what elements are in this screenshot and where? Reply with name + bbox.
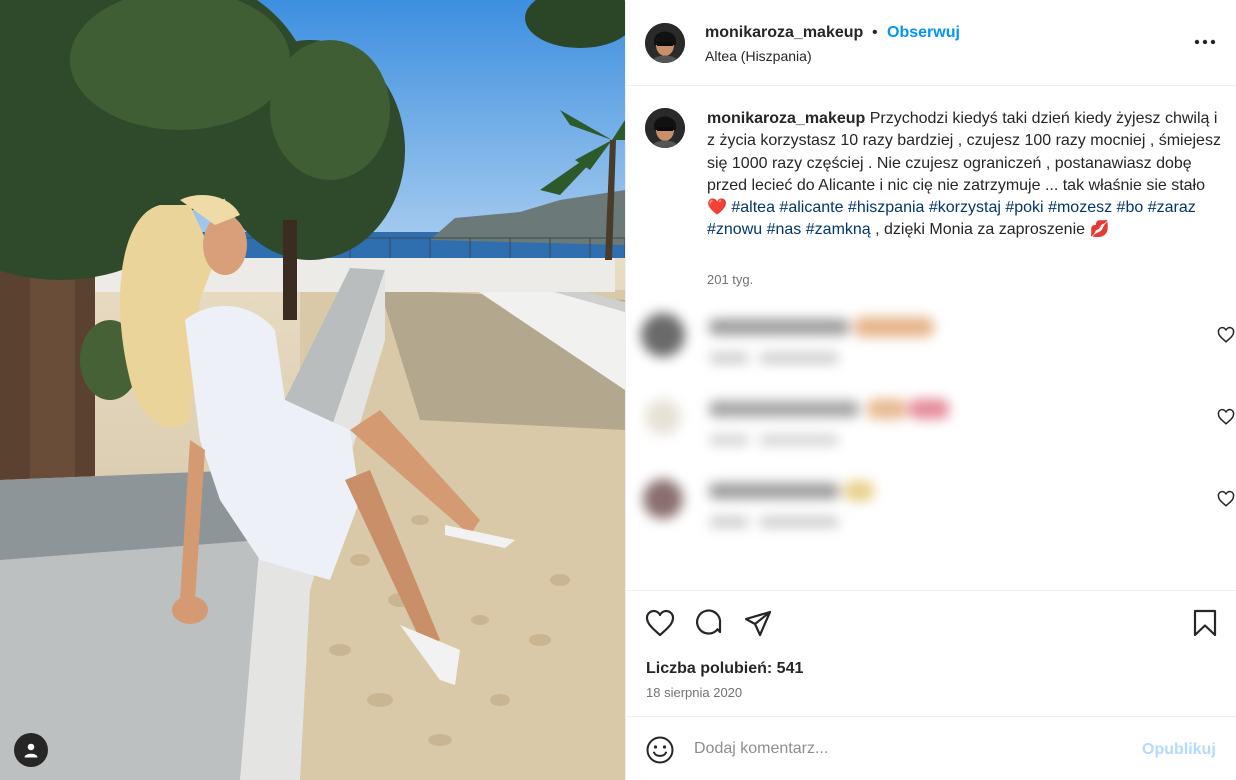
like-heart-icon[interactable] (644, 607, 676, 639)
avatar-image (645, 23, 685, 63)
avatar[interactable] (645, 23, 685, 63)
tagged-user-button[interactable] (14, 733, 48, 767)
hashtag-alicante[interactable]: #alicante (779, 199, 843, 216)
hashtag-poki[interactable]: #poki (1005, 199, 1043, 216)
comment-input[interactable] (694, 737, 1124, 761)
comment-item (639, 305, 1235, 375)
caption-text: monikaroza_makeup Przychodzi kiedyś taki… (707, 108, 1227, 242)
caption-timestamp[interactable]: 201 tyg. (707, 272, 753, 287)
heart-emoji: ❤️ (707, 199, 727, 217)
like-comment-heart-icon[interactable] (1217, 326, 1235, 344)
hashtag-mozesz[interactable]: #mozesz (1048, 199, 1112, 216)
caption-ending: , dzięki Monia za zaproszenie (870, 221, 1090, 239)
follow-button[interactable]: Obserwuj (887, 24, 960, 42)
location-link[interactable]: Altea (Hiszpania) (705, 48, 812, 64)
likes-count[interactable]: Liczba polubień: 541 (646, 660, 803, 678)
blurred-comment-content (643, 479, 874, 527)
lips-emoji: 💋 (1089, 221, 1110, 239)
hashtag-bo[interactable]: #bo (1117, 199, 1144, 216)
save-bookmark-icon[interactable] (1189, 607, 1221, 639)
caption-username[interactable]: monikaroza_makeup (707, 110, 865, 127)
avatar-image (645, 108, 685, 148)
action-bar: Liczba polubień: 541 18 sierpnia 2020 (626, 590, 1236, 716)
like-comment-heart-icon[interactable] (1217, 408, 1235, 426)
caption-avatar[interactable] (645, 108, 685, 148)
post-header: monikaroza_makeup • Obserwuj Altea (Hisz… (626, 0, 1236, 86)
hashtag-nas[interactable]: #nas (767, 221, 802, 238)
post-side-panel: monikaroza_makeup • Obserwuj Altea (Hisz… (625, 0, 1236, 780)
blurred-comment-content (641, 313, 934, 363)
more-options-icon (1194, 39, 1216, 45)
comment-item (639, 387, 1235, 457)
hashtag-hiszpania[interactable]: #hiszpania (848, 199, 925, 216)
share-send-icon[interactable] (742, 607, 774, 639)
post-photo[interactable] (0, 0, 625, 780)
username-link[interactable]: monikaroza_makeup (705, 24, 863, 42)
hashtag-zaraz[interactable]: #zaraz (1148, 199, 1196, 216)
hashtag-zamkna[interactable]: #zamkną (806, 221, 871, 238)
comment-item (639, 469, 1235, 539)
hashtag-znowu[interactable]: #znowu (707, 221, 762, 238)
post-date[interactable]: 18 sierpnia 2020 (646, 685, 742, 700)
photo-scene (0, 0, 625, 780)
like-comment-heart-icon[interactable] (1217, 490, 1235, 508)
comment-bubble-icon[interactable] (693, 607, 725, 639)
user-icon (24, 743, 38, 758)
add-comment-bar: Opublikuj (626, 716, 1236, 780)
hashtag-altea[interactable]: #altea (731, 199, 775, 216)
hashtag-korzystaj[interactable]: #korzystaj (929, 199, 1001, 216)
emoji-icon[interactable] (646, 736, 674, 764)
separator-dot: • (872, 24, 878, 41)
publish-button[interactable]: Opublikuj (1142, 741, 1216, 759)
blurred-comment-content (645, 399, 949, 445)
instagram-post: monikaroza_makeup • Obserwuj Altea (Hisz… (0, 0, 1236, 780)
more-options-button[interactable] (1189, 26, 1221, 58)
